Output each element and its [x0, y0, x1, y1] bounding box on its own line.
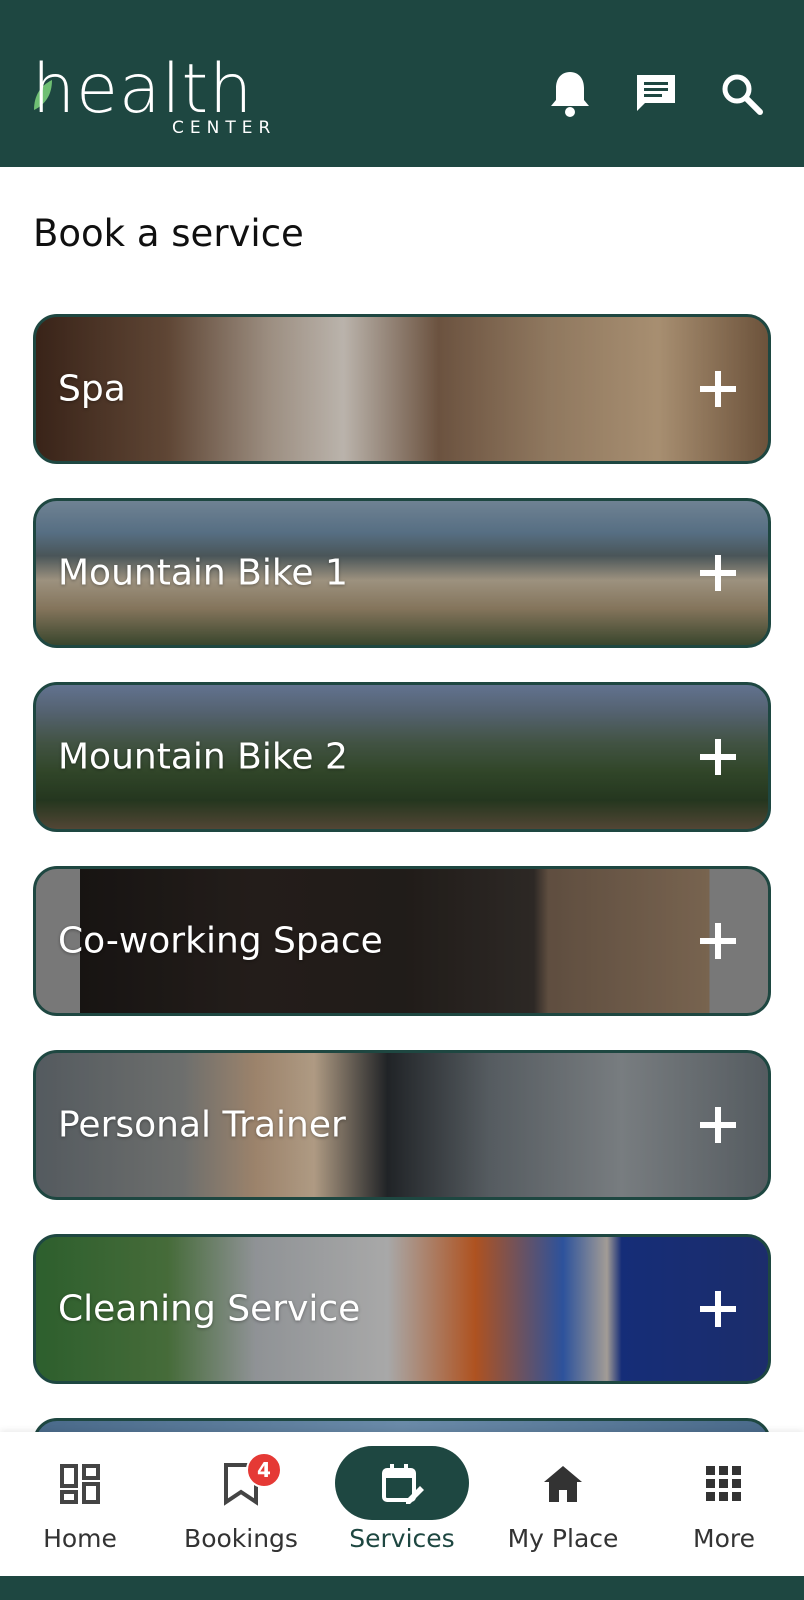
system-navigation-bar — [0, 1576, 804, 1600]
nav-item-more[interactable]: More — [644, 1432, 804, 1576]
service-card-co-working-space[interactable]: Co-working Space — [33, 866, 771, 1016]
service-card-spa[interactable]: Spa — [33, 314, 771, 464]
apps-grid-icon — [702, 1462, 746, 1506]
plus-icon[interactable] — [698, 921, 738, 961]
app-header: health CENTER — [0, 0, 804, 167]
nav-label: Bookings — [184, 1524, 298, 1553]
bottom-navigation: Home 4 Bookings Services My Place More — [0, 1432, 804, 1576]
nav-label: My Place — [507, 1524, 619, 1553]
service-label: Personal Trainer — [58, 1104, 346, 1146]
nav-item-bookings[interactable]: 4 Bookings — [161, 1432, 321, 1576]
nav-item-services[interactable]: Services — [322, 1432, 482, 1576]
plus-icon[interactable] — [698, 369, 738, 409]
nav-label: Home — [43, 1524, 117, 1553]
service-label: Mountain Bike 1 — [58, 552, 348, 594]
calendar-edit-icon — [380, 1462, 424, 1506]
bell-icon[interactable] — [544, 68, 596, 120]
chat-icon[interactable] — [630, 68, 682, 120]
logo-subtitle: CENTER — [172, 118, 277, 138]
service-label: Spa — [58, 368, 126, 410]
plus-icon[interactable] — [698, 1289, 738, 1329]
service-card-cleaning-service[interactable]: Cleaning Service — [33, 1234, 771, 1384]
plus-icon[interactable] — [698, 553, 738, 593]
nav-label: More — [693, 1524, 755, 1553]
nav-item-home[interactable]: Home — [0, 1432, 160, 1576]
service-card-mountain-bike-1[interactable]: Mountain Bike 1 — [33, 498, 771, 648]
page-title: Book a service — [33, 212, 304, 255]
service-label: Co-working Space — [58, 920, 383, 962]
nav-label: Services — [349, 1524, 455, 1553]
service-card-mountain-bike-2[interactable]: Mountain Bike 2 — [33, 682, 771, 832]
service-label: Cleaning Service — [58, 1288, 361, 1330]
service-label: Mountain Bike 2 — [58, 736, 348, 778]
search-icon[interactable] — [716, 68, 768, 120]
nav-item-my-place[interactable]: My Place — [483, 1432, 643, 1576]
home-icon — [541, 1462, 585, 1506]
plus-icon[interactable] — [698, 1105, 738, 1145]
plus-icon[interactable] — [698, 737, 738, 777]
bookings-badge: 4 — [246, 1452, 282, 1488]
dashboard-icon — [58, 1462, 102, 1506]
health-center-logo[interactable]: health CENTER — [32, 50, 302, 140]
service-card-personal-trainer[interactable]: Personal Trainer — [33, 1050, 771, 1200]
